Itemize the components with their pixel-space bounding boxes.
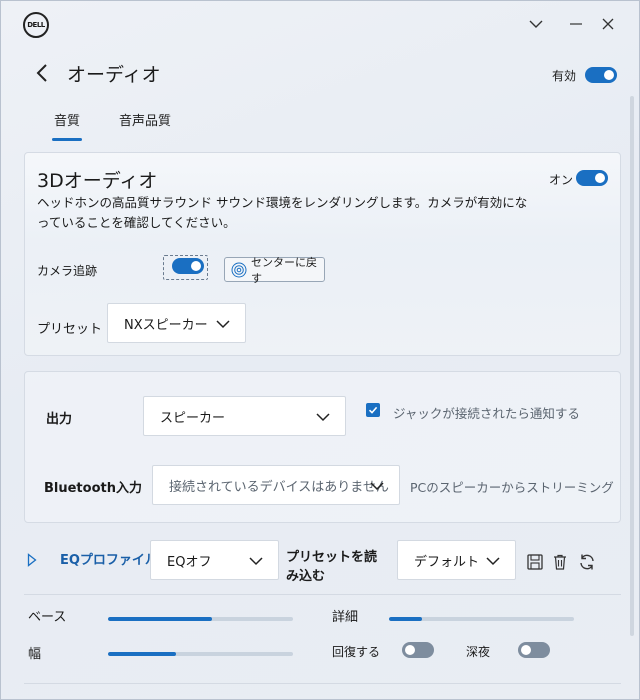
page-title: オーディオ — [67, 64, 161, 86]
streaming-label: PCのスピーカーからストリーミング — [410, 480, 614, 495]
preset-select-value: NXスピーカー — [124, 317, 208, 333]
close-button[interactable] — [598, 14, 618, 34]
dell-logo: DELL — [23, 12, 49, 38]
detail-slider-fill — [389, 617, 423, 621]
eq-profile-select[interactable]: EQオフ — [150, 540, 279, 580]
width-label: 幅 — [28, 647, 42, 662]
audio-enabled-toggle[interactable] — [585, 67, 617, 83]
expand-triangle-icon[interactable] — [27, 552, 37, 571]
tab-sound-quality[interactable]: 音質 — [51, 110, 83, 141]
chevron-down-icon — [215, 316, 231, 332]
audio-3d-toggle[interactable] — [576, 170, 608, 186]
notify-checkbox[interactable] — [366, 403, 380, 417]
return-to-center-label: センターに戻す — [251, 255, 317, 285]
checkmark-icon — [368, 406, 378, 414]
chevron-down-icon — [369, 478, 385, 494]
target-icon — [231, 262, 247, 278]
night-mode-toggle[interactable] — [518, 642, 550, 658]
chevron-down-icon — [485, 553, 501, 569]
camera-tracking-toggle[interactable] — [172, 258, 204, 274]
bluetooth-input-select[interactable]: 接続されているデバイスはありません — [152, 465, 400, 505]
load-preset-label: プリセットを読み込む — [286, 550, 378, 584]
camera-tracking-label: カメラ追跡 — [37, 264, 98, 278]
tab-voice-quality[interactable]: 音声品質 — [119, 110, 171, 129]
minimize-button[interactable] — [566, 14, 586, 34]
bluetooth-input-value: 接続されているデバイスはありません — [169, 479, 389, 495]
output-select[interactable]: スピーカー — [143, 396, 346, 436]
bass-slider-fill — [108, 617, 212, 621]
width-slider[interactable] — [108, 652, 293, 656]
bottom-divider — [24, 683, 621, 684]
preset-select[interactable]: NXスピーカー — [107, 303, 246, 343]
width-slider-fill — [108, 652, 177, 656]
eq-divider — [24, 594, 621, 595]
eq-profile-value: EQオフ — [167, 554, 212, 570]
bass-slider[interactable] — [108, 617, 293, 621]
notify-label: ジャックが接続されたら通知する — [393, 406, 580, 421]
preset-label: プリセット — [37, 322, 103, 337]
night-label: 深夜 — [466, 645, 491, 659]
bluetooth-input-label: Bluetooth入力 — [44, 481, 142, 496]
output-select-value: スピーカー — [160, 410, 226, 426]
back-arrow-icon[interactable] — [31, 60, 53, 86]
eq-profile-label[interactable]: EQプロファイル — [60, 549, 158, 568]
detail-label: 詳細 — [332, 610, 359, 625]
eq-preset-select[interactable]: デフォルト — [397, 540, 516, 580]
scrollbar[interactable] — [630, 96, 634, 636]
audio-3d-title: 3Dオーディオ — [37, 170, 158, 192]
logo-text: DELL — [27, 21, 45, 29]
audio-3d-description: ヘッドホンの高品質サラウンド サウンド環境をレンダリングします。カメラが有効にな… — [37, 195, 528, 230]
return-to-center-button[interactable]: センターに戻す — [224, 256, 325, 285]
restore-label: 回復する — [332, 645, 381, 659]
chevron-down-icon — [248, 553, 264, 569]
output-label: 出力 — [46, 412, 73, 427]
detail-slider[interactable] — [389, 617, 574, 621]
save-icon[interactable] — [525, 552, 545, 572]
refresh-icon[interactable] — [577, 552, 597, 572]
audio-3d-state-label: オン — [549, 173, 574, 187]
eq-preset-value: デフォルト — [414, 554, 480, 570]
enabled-label: 有効 — [552, 69, 577, 83]
collapse-chevron-icon[interactable] — [526, 14, 546, 34]
chevron-down-icon — [315, 409, 331, 425]
restore-toggle[interactable] — [402, 642, 434, 658]
bass-label: ベース — [28, 610, 67, 625]
trash-icon[interactable] — [550, 552, 570, 572]
